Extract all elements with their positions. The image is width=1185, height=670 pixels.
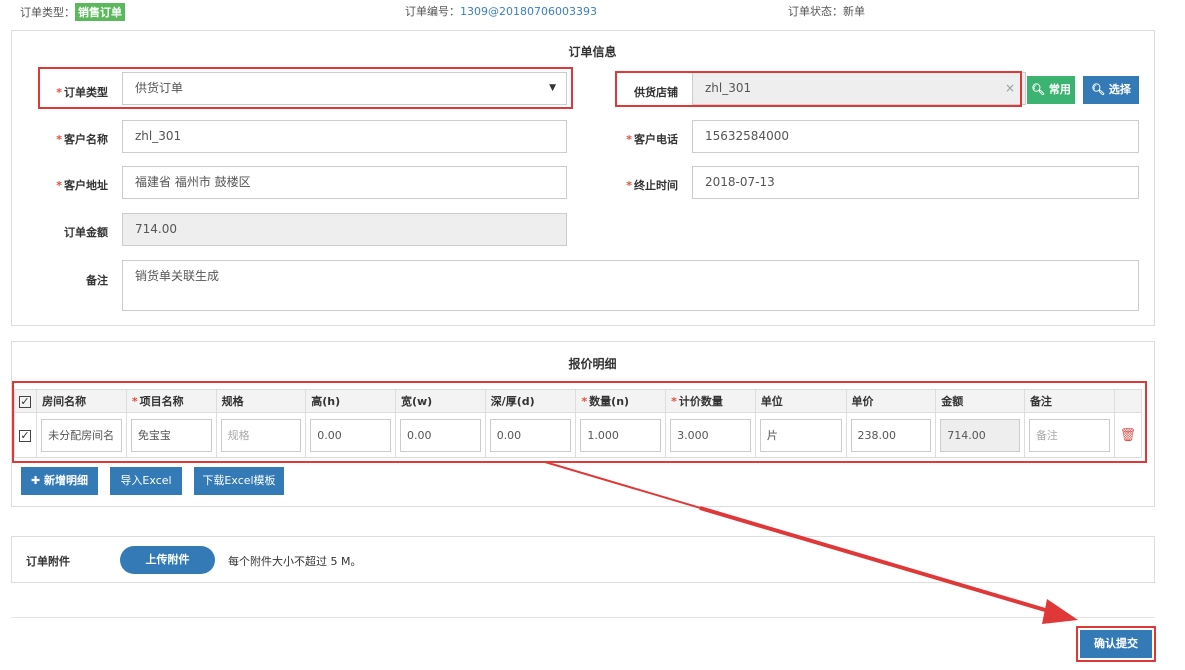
arrow-line-thick — [699, 506, 1053, 614]
arrow-head — [1042, 599, 1078, 624]
annotation-box-submit — [1076, 626, 1156, 662]
annotation-arrow — [544, 461, 1078, 624]
